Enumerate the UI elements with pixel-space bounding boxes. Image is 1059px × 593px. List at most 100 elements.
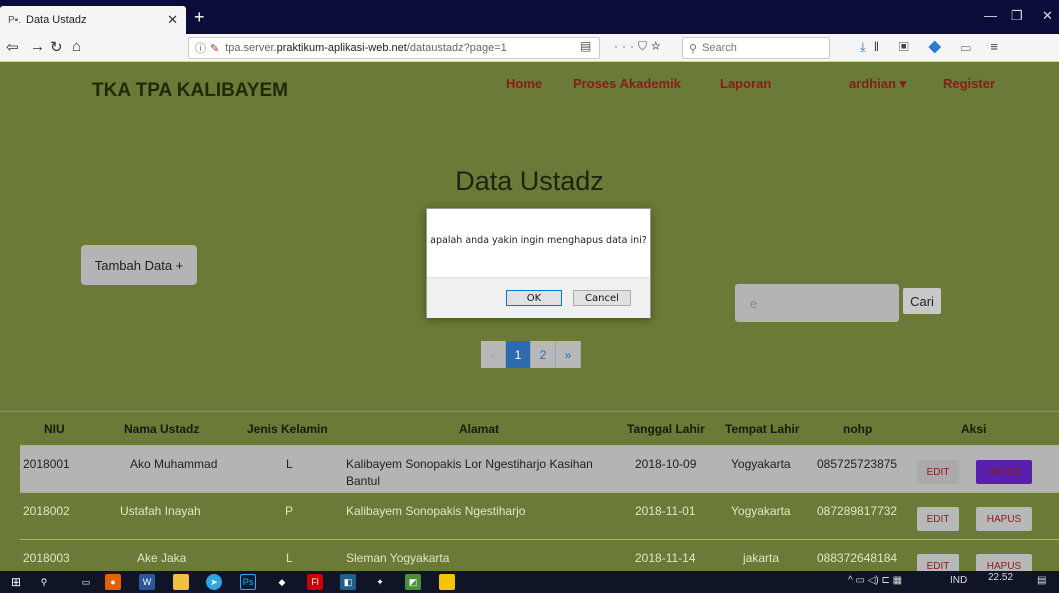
favicon-icon: P▪. [8, 14, 21, 26]
back-icon[interactable]: ⇦ [6, 38, 19, 56]
menu-proses-akademik[interactable]: Proses Akademik [573, 76, 681, 91]
tray-icons[interactable]: ^ ▭ ◁) ⊏ ▦ [848, 575, 902, 586]
word-icon[interactable]: W [139, 574, 155, 590]
photoshop-icon[interactable]: Ps [240, 574, 256, 590]
url-bar[interactable]: ⓘ ✎ tpa.server. praktikum-aplikasi-web.ne… [188, 37, 600, 59]
cell-nama: Ako Muhammad [130, 457, 218, 471]
url-path: /dataustadz?page=1 [406, 42, 507, 54]
col-nohp: nohp [843, 422, 873, 436]
edit-button[interactable]: EDIT [917, 507, 959, 531]
cell-niu: 2018001 [23, 457, 70, 471]
col-tanggal-lahir: Tanggal Lahir [627, 422, 705, 436]
cell-tempat-lahir: Yogyakarta [731, 457, 791, 471]
browser-nav-bar: ⇦ → ↻ ⌂ ⓘ ✎ tpa.server. praktikum-aplikas… [0, 34, 1059, 62]
cell-tempat-lahir: jakarta [743, 551, 780, 565]
cell-jenis-kelamin: P [285, 504, 294, 518]
cell-tanggal-lahir: 2018-10-09 [635, 457, 697, 471]
new-tab-icon[interactable]: + [194, 7, 205, 28]
toolbar-icons[interactable]: ⤓‖ ▣ ◆ ▭ ≡ [860, 39, 1006, 55]
file-explorer-icon[interactable] [173, 574, 189, 590]
site-brand[interactable]: TKA TPA KALIBAYEM [92, 80, 288, 102]
cell-nohp: 087289817732 [817, 504, 898, 518]
app-icon[interactable]: ◆ [274, 574, 290, 590]
menu-home[interactable]: Home [506, 76, 542, 91]
cell-tempat-lahir: Yogyakarta [731, 504, 791, 518]
menu-register[interactable]: Register [943, 76, 995, 91]
cell-jenis-kelamin: L [286, 551, 293, 565]
cell-nohp: 088372648184 [817, 551, 898, 565]
cell-niu: 2018002 [23, 504, 70, 518]
cell-tanggal-lahir: 2018-11-01 [635, 504, 696, 518]
cell-nama: Ustafah Inayah [120, 504, 201, 518]
search-button[interactable]: Cari [903, 288, 941, 314]
col-alamat: Alamat [459, 422, 500, 436]
restore-icon[interactable]: ❐ [1011, 8, 1023, 24]
cancel-button[interactable]: Cancel [573, 290, 631, 306]
windows-taskbar: ⊞ ⚲ ▭ ● W ➤ Ps ◆ Fl ◧ ✦ ◩ ^ ▭ ◁) ⊏ ▦ IND… [0, 571, 1059, 593]
clock[interactable]: 22.52 [988, 572, 1013, 583]
cell-alamat: Sleman Yogyakarta [346, 551, 450, 565]
info-icon[interactable]: ⓘ [195, 40, 206, 56]
add-data-button[interactable]: Tambah Data + [81, 245, 197, 285]
app3-icon[interactable]: ✦ [372, 574, 388, 590]
language-indicator[interactable]: IND [950, 575, 967, 586]
tab-title: Data Ustadz [26, 14, 87, 26]
notification-icon[interactable]: ▤ [1037, 575, 1046, 586]
search-placeholder: Search [702, 42, 737, 54]
cell-tanggal-lahir: 2018-11-14 [635, 551, 696, 565]
download-icon[interactable]: ⤓ [860, 39, 874, 54]
page-actions-icon[interactable]: ···⛉☆ [614, 39, 665, 54]
sticky-notes-icon[interactable] [439, 574, 455, 590]
home-icon[interactable]: ⌂ [72, 38, 81, 55]
search-field[interactable] [735, 284, 899, 322]
table-row: 2018002 Ustafah Inayah P Kalibayem Sonop… [20, 492, 1059, 539]
menu-laporan[interactable]: Laporan [720, 76, 771, 91]
reload-icon[interactable]: ↻ [50, 38, 63, 56]
task-view-icon[interactable]: ▭ [78, 574, 94, 590]
delete-button[interactable]: HAPUS [976, 460, 1032, 484]
col-jenis-kelamin: Jenis Kelamin [247, 422, 328, 436]
telegram-icon[interactable]: ➤ [206, 574, 222, 590]
dialog-message: apalah anda yakin ingin menghapus data i… [430, 235, 647, 246]
delete-button[interactable]: HAPUS [976, 507, 1032, 531]
cell-nohp: 085725723875 [817, 457, 898, 471]
edit-button[interactable]: EDIT [917, 460, 959, 484]
browser-tab-bar: P▪. Data Ustadz ✕ + — ❐ ✕ [0, 0, 1059, 34]
browser-tab[interactable]: P▪. Data Ustadz ✕ [0, 6, 186, 34]
col-niu: NIU [44, 422, 65, 436]
account-icon[interactable]: ◆ [928, 39, 949, 54]
reader-view-icon[interactable]: ▤ [580, 39, 591, 53]
pagination-next[interactable]: » [556, 341, 581, 368]
search-icon: ⚲ [689, 42, 698, 55]
windows-start-icon[interactable]: ⊞ [8, 574, 24, 590]
pagination-page-2[interactable]: 2 [531, 341, 556, 368]
cell-alamat: Kalibayem Sonopakis Lor Ngestiharjo Kasi… [346, 457, 593, 488]
pagination-page-1[interactable]: 1 [506, 341, 531, 368]
flash-icon[interactable]: Fl [307, 574, 323, 590]
search-taskbar-icon[interactable]: ⚲ [36, 574, 52, 590]
close-tab-icon[interactable]: ✕ [167, 12, 178, 28]
cell-alamat: Kalibayem Sonopakis Ngestiharjo [346, 504, 526, 518]
col-aksi: Aksi [961, 422, 987, 436]
page-title: Data Ustadz [455, 166, 604, 196]
window-close-icon[interactable]: ✕ [1042, 8, 1053, 24]
cell-jenis-kelamin: L [286, 457, 293, 471]
pagination: « 1 2 » [481, 341, 581, 368]
minimize-icon[interactable]: — [984, 8, 997, 23]
pagination-prev[interactable]: « [481, 341, 506, 368]
menu-user-dropdown[interactable]: ardhian ▾ [849, 76, 906, 92]
forward-icon[interactable]: → [30, 38, 45, 55]
app2-icon[interactable]: ◧ [340, 574, 356, 590]
confirm-dialog: apalah anda yakin ingin menghapus data i… [426, 208, 651, 318]
cell-nama: Ake Jaka [137, 551, 187, 565]
insecure-lock-icon: ✎ [210, 42, 220, 55]
ok-button[interactable]: OK [506, 290, 562, 306]
table-row: 2018001 Ako Muhammad L Kalibayem Sonopak… [20, 445, 1059, 492]
dialog-footer: OK Cancel [427, 277, 650, 318]
url-host: praktikum-aplikasi-web.net [276, 42, 407, 54]
search-input[interactable]: ⚲ Search [682, 37, 830, 59]
firefox-icon[interactable]: ● [105, 574, 121, 590]
table-header: NIU Nama Ustadz Jenis Kelamin Alamat Tan… [0, 411, 1059, 445]
url-prefix: tpa.server. [225, 42, 277, 54]
app4-icon[interactable]: ◩ [405, 574, 421, 590]
